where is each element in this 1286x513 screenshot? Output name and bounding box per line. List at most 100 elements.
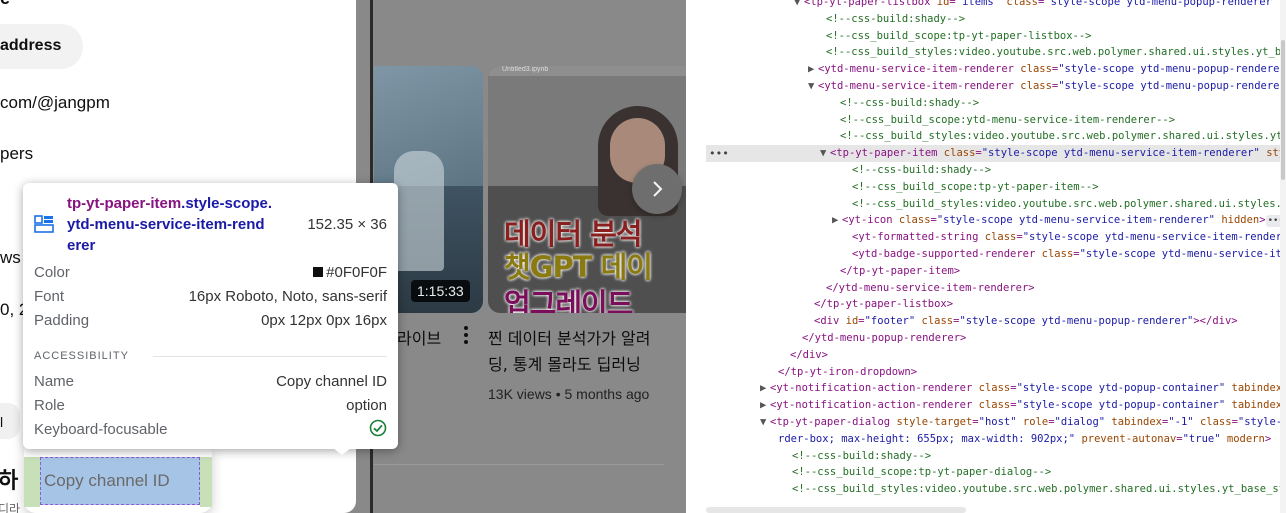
- expand-triangle-icon[interactable]: ▶: [760, 397, 770, 414]
- views-text: ws: [0, 248, 21, 267]
- dom-node-line[interactable]: ▶ <yt-notification-action-renderer class=…: [706, 397, 1286, 414]
- tooltip-arrow: [333, 448, 351, 455]
- dom-node-markup: <yt-formatted-string class="style-scope …: [852, 231, 1286, 244]
- dom-node-markup: <ytd-menu-service-item-renderer class="s…: [818, 80, 1286, 92]
- dom-node-markup: <!--css-build:shady-->: [792, 449, 932, 462]
- dom-node-line[interactable]: <!--css_build_styles:video.youtube.src.w…: [706, 481, 1286, 498]
- dom-node-line[interactable]: <!--css-build:shady-->: [706, 11, 1286, 28]
- thumbnail-overlay-line-3: 업그레이드: [504, 287, 633, 313]
- row-key: Padding: [34, 312, 90, 329]
- devtools-horizontal-scrollbar[interactable]: [706, 507, 966, 513]
- dom-node-markup: <yt-notification-action-renderer class="…: [770, 382, 1286, 395]
- left-badge-text: l: [0, 414, 4, 430]
- dom-node-line[interactable]: ▶ <ytd-menu-service-item-renderer class="…: [706, 61, 1286, 78]
- left-korean-title: 하: [0, 469, 19, 494]
- dom-node-line[interactable]: <!--css_build_scope:tp-yt-paper-dialog--…: [706, 464, 1286, 481]
- dom-node-line[interactable]: <!--css-build:shady-->: [706, 448, 1286, 465]
- expand-triangle-icon[interactable]: ▼: [808, 78, 818, 95]
- dom-node-line[interactable]: ▼ <tp-yt-paper-item class="style-scope yt…: [706, 145, 1286, 163]
- dom-node-line[interactable]: ▼ <tp-yt-paper-listbox id="items" class="…: [706, 0, 1286, 11]
- dom-node-line[interactable]: <!--css-build:shady-->: [706, 162, 1286, 179]
- dom-node-line[interactable]: <!--css-build:shady-->: [706, 95, 1286, 112]
- dom-node-line[interactable]: <!--css_build_styles:video.youtube.src.w…: [706, 196, 1286, 213]
- dom-node-line[interactable]: ▼ <tp-yt-paper-dialog style-target="host"…: [706, 414, 1286, 431]
- padding-highlight-left: [24, 457, 40, 507]
- element-selector: tp-yt-paper-item.style-scope. ytd-menu-s…: [67, 193, 299, 256]
- color-row: Color #0F0F0F: [34, 264, 387, 284]
- selected-node-ellipsis[interactable]: •••: [709, 147, 729, 160]
- dom-node-line[interactable]: <!--css_build_styles:video.youtube.src.w…: [706, 128, 1286, 145]
- thumbnail-overlay-line-2: 챗GPT 데이: [504, 250, 653, 284]
- row-value: 16px Roboto, Noto, sans-serif: [188, 288, 387, 305]
- dom-node-line[interactable]: <!--css_build_scope:ytd-menu-service-ite…: [706, 112, 1286, 129]
- dom-node-line[interactable]: </ytd-menu-service-item-renderer>: [706, 280, 1286, 297]
- dom-node-line[interactable]: <yt-formatted-string class="style-scope …: [706, 229, 1286, 246]
- dom-node-line[interactable]: ▶ <yt-notification-action-renderer class=…: [706, 380, 1286, 397]
- channel-link[interactable]: com/@jangpm: [0, 93, 110, 113]
- next-videos-button[interactable]: [632, 164, 682, 214]
- inspect-tooltip: tp-yt-paper-item.style-scope. ytd-menu-s…: [23, 183, 398, 449]
- devtools-gutter: [686, 0, 706, 513]
- more-vert-icon[interactable]: [461, 324, 471, 346]
- video-age: 5 months ago: [564, 386, 650, 402]
- expand-triangle-icon[interactable]: ▼: [794, 0, 804, 11]
- view-email-button[interactable]: address: [0, 24, 83, 69]
- dom-node-line[interactable]: </tp-yt-paper-listbox>: [706, 296, 1286, 313]
- dom-node-line[interactable]: </tp-yt-paper-item>: [706, 263, 1286, 280]
- dom-node-markup: </div>: [790, 348, 828, 361]
- copy-channel-id-menu-item[interactable]: Copy channel ID: [40, 457, 200, 505]
- check-circle-icon: [369, 419, 387, 437]
- video-title-2-line-1[interactable]: 찐 데이터 분석가가 알려: [488, 325, 650, 349]
- dom-node-markup: <yt-icon class="style-scope ytd-menu-ser…: [842, 214, 1286, 228]
- row-key: Font: [34, 288, 65, 305]
- dom-node-markup: </tp-yt-paper-listbox>: [814, 298, 954, 311]
- dom-node-line[interactable]: <!--css_build_styles:video.youtube.src.w…: [706, 44, 1286, 61]
- dom-node-line[interactable]: ▶ <yt-icon class="style-scope ytd-menu-se…: [706, 212, 1286, 229]
- a11y-role-row: Role option: [34, 397, 387, 417]
- devtools-scrollbar-thumb[interactable]: [1281, 40, 1285, 180]
- dom-node-line[interactable]: </div>: [706, 347, 1286, 364]
- dom-node-markup: <!--css_build_scope:tp-yt-paper-item-->: [852, 180, 1099, 193]
- video-title-1[interactable]: 라이브: [397, 325, 441, 349]
- dom-node-markup: <tp-yt-paper-dialog style-target="host" …: [770, 416, 1286, 428]
- row-key: Role: [34, 397, 65, 414]
- dom-node-markup: </ytd-menu-service-item-renderer>: [826, 281, 1035, 294]
- font-row: Font 16px Roboto, Noto, sans-serif: [34, 288, 387, 308]
- a11y-focusable-row: Keyboard-focusable: [34, 421, 387, 441]
- dom-node-line[interactable]: </ytd-menu-popup-renderer>: [706, 330, 1286, 347]
- dom-node-markup: <!--css_build_styles:video.youtube.src.w…: [826, 46, 1286, 59]
- selector-class-1: .style-scope.: [181, 195, 273, 212]
- accessibility-divider: [153, 356, 387, 357]
- dom-node-line[interactable]: <ytd-badge-supported-renderer class="sty…: [706, 246, 1286, 263]
- expand-triangle-icon[interactable]: ▶: [808, 61, 818, 78]
- dom-node-markup: <tp-yt-paper-listbox id="items" class="s…: [804, 0, 1286, 8]
- video-title-2-line-2[interactable]: 딩, 통계 몰라도 딥러닝: [488, 351, 641, 375]
- dom-node-line[interactable]: ▼ <ytd-menu-service-item-renderer class="…: [706, 78, 1286, 95]
- row-value: Copy channel ID: [276, 373, 387, 390]
- expand-triangle-icon[interactable]: ▶: [832, 212, 842, 229]
- dom-node-line[interactable]: rder-box; max-height: 655px; max-width: …: [706, 431, 1286, 448]
- dom-node-markup: <!--css-build:shady-->: [852, 164, 992, 176]
- element-size: 152.35 × 36: [307, 216, 387, 233]
- dom-node-line[interactable]: <!--css_build_scope:tp-yt-paper-item-->: [706, 179, 1286, 196]
- dom-node-line[interactable]: </tp-yt-iron-dropdown>: [706, 364, 1286, 381]
- row-key: Name: [34, 373, 75, 390]
- expand-triangle-icon[interactable]: ▼: [760, 414, 770, 431]
- row-value: option: [346, 397, 387, 414]
- video-meta: 13K views • 5 months ago: [488, 386, 649, 402]
- left-subline: 디라: [0, 502, 21, 513]
- dom-node-markup: <!--css_build_scope:tp-yt-paper-listbox-…: [826, 29, 1092, 42]
- expand-triangle-icon[interactable]: ▼: [820, 145, 830, 162]
- dom-node-markup: <ytd-menu-service-item-renderer class="s…: [818, 63, 1286, 76]
- selector-class-2: ytd-menu-service-item-rend: [67, 216, 265, 233]
- expand-triangle-icon[interactable]: ▶: [760, 380, 770, 397]
- dom-node-line[interactable]: <!--css_build_scope:tp-yt-paper-listbox-…: [706, 28, 1286, 45]
- dom-node-markup: <!--css_build_styles:video.youtube.src.w…: [840, 130, 1286, 143]
- thumbnail-window-title: Untitled3.ipynb: [502, 66, 549, 73]
- dom-node-markup: <tp-yt-paper-item class="style-scope ytd…: [830, 147, 1286, 160]
- a11y-name-row: Name Copy channel ID: [34, 373, 387, 393]
- dom-node-line[interactable]: <div id="footer" class="style-scope ytd-…: [706, 313, 1286, 330]
- left-badge: l: [0, 403, 20, 439]
- dom-node-markup: </tp-yt-paper-item>: [840, 264, 961, 277]
- devtools-elements-tree[interactable]: ▼ <tp-yt-paper-listbox id="items" class="…: [706, 0, 1286, 513]
